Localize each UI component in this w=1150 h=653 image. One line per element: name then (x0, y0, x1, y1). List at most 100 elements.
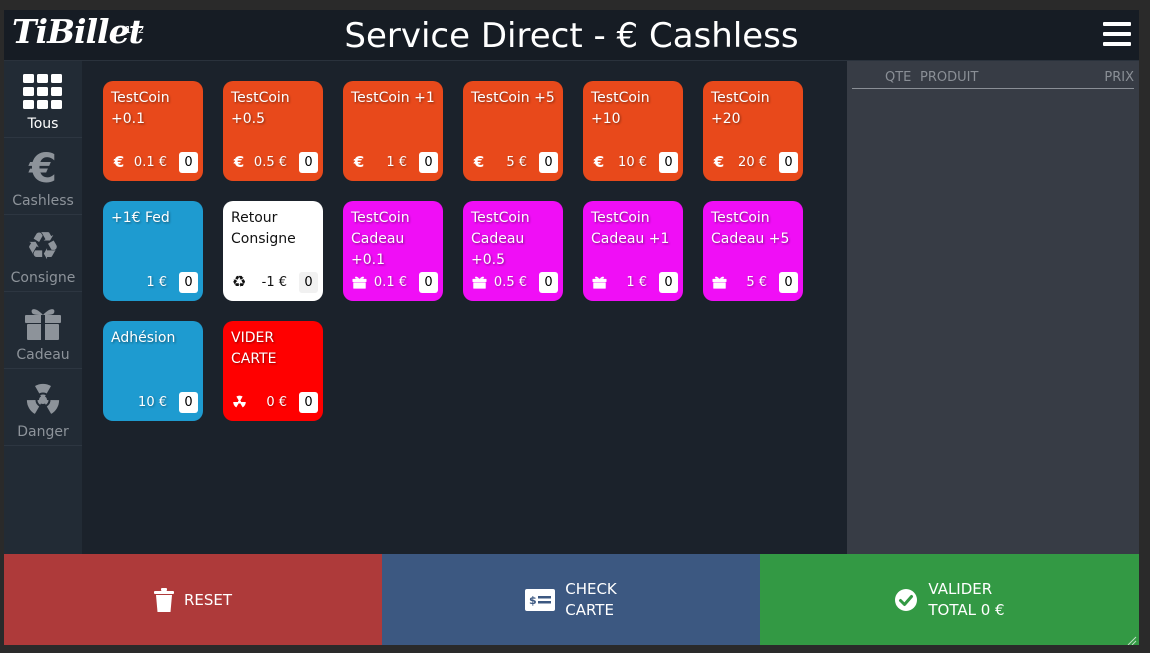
product-tile[interactable]: TestCoin +0.5 €0.5 € 0 (223, 81, 323, 181)
reset-label: RESET (183, 590, 233, 609)
product-qty-badge: 0 (419, 272, 438, 293)
product-qty-badge: 0 (299, 272, 318, 293)
product-name: TestCoin +20 (711, 90, 770, 127)
euro-icon: € (473, 153, 485, 171)
product-price: 1 € (626, 275, 647, 290)
check-label-line2: CARTE (565, 600, 614, 619)
product-price: 5 € (746, 275, 767, 290)
category-label: Danger (17, 424, 69, 440)
category-label: Cashless (12, 193, 74, 209)
category-consigne[interactable]: ♻ Consigne (4, 215, 82, 292)
check-card-button[interactable]: $ CHECK CARTE (382, 554, 760, 645)
product-qty-badge: 0 (179, 152, 198, 173)
page-title: Service Direct - € Cashless (344, 16, 799, 56)
product-tile[interactable]: TestCoin Cadeau +5 5 € 0 (703, 201, 803, 301)
product-qty-badge: 0 (539, 152, 558, 173)
hamburger-menu-icon[interactable] (1103, 22, 1131, 46)
product-qty-badge: 0 (299, 152, 318, 173)
product-qty-badge: 0 (659, 272, 678, 293)
product-qty-badge: 0 (179, 392, 198, 413)
product-name: Retour Consigne (231, 210, 296, 247)
cashless-app: TiBillet 112 Service Direct - € Cashless… (4, 10, 1139, 645)
check-circle-icon (894, 588, 918, 612)
gift-icon (711, 274, 727, 290)
product-name: TestCoin +0.5 (231, 90, 290, 127)
grid-icon (21, 71, 65, 113)
product-qty-badge: 0 (179, 272, 198, 293)
category-tous[interactable]: Tous (4, 61, 82, 138)
product-name: TestCoin Cadeau +5 (711, 210, 790, 247)
action-bar: RESET $ CHECK CARTE VALIDER TOTAL 0 € (4, 554, 1139, 645)
product-name: TestCoin +5 (471, 90, 555, 106)
product-tile[interactable]: TestCoin +0.1 €0.1 € 0 (103, 81, 203, 181)
radiation-icon (21, 379, 65, 421)
product-qty-badge: 0 (659, 152, 678, 173)
category-cashless[interactable]: € Cashless (4, 138, 82, 215)
product-name: TestCoin +1 (351, 90, 435, 106)
euro-icon: € (233, 153, 245, 171)
product-name: +1€ Fed (111, 210, 170, 226)
product-tile[interactable]: TestCoin Cadeau +1 1 € 0 (583, 201, 683, 301)
product-grid: TestCoin +0.1 €0.1 € 0 TestCoin +0.5 €0.5 € 0… (103, 81, 843, 481)
product-name: Adhésion (111, 330, 176, 346)
column-qty: QTE (885, 70, 912, 85)
euro-icon: € (713, 153, 725, 171)
category-cadeau[interactable]: Cadeau (4, 292, 82, 369)
order-panel: QTE PRODUIT PRIX (847, 61, 1139, 555)
product-qty-badge: 0 (779, 152, 798, 173)
category-label: Tous (27, 116, 59, 132)
validate-button[interactable]: VALIDER TOTAL 0 € (760, 554, 1139, 645)
column-price: PRIX (1104, 70, 1134, 85)
product-name: TestCoin Cadeau +0.1 (351, 210, 410, 268)
product-tile[interactable]: TestCoin +1 €1 € 0 (343, 81, 443, 181)
product-tile[interactable]: TestCoin +5 €5 € 0 (463, 81, 563, 181)
product-price: 5 € (506, 155, 527, 170)
product-tile[interactable]: TestCoin +10 €10 € 0 (583, 81, 683, 181)
product-price: 10 € (138, 395, 167, 410)
product-price: 0 € (266, 395, 287, 410)
gift-icon (471, 274, 487, 290)
product-name: TestCoin Cadeau +1 (591, 210, 670, 247)
reset-button[interactable]: RESET (4, 554, 382, 645)
product-tile[interactable]: Adhésion 10 € 0 (103, 321, 203, 421)
product-name: TestCoin Cadeau +0.5 (471, 210, 530, 268)
resize-handle-icon[interactable] (1125, 631, 1137, 645)
product-price: 1 € (146, 275, 167, 290)
product-price: 0.5 € (253, 155, 287, 170)
check-label-line1: CHECK (565, 579, 617, 598)
product-tile[interactable]: VIDER CARTE 0 € 0 (223, 321, 323, 421)
gift-icon (21, 302, 65, 344)
recycle-icon: ♻ (25, 224, 61, 268)
product-price: -1 € (261, 275, 287, 290)
product-tile[interactable]: +1€ Fed 1 € 0 (103, 201, 203, 301)
product-qty-badge: 0 (299, 392, 318, 413)
euro-icon: € (353, 153, 365, 171)
product-qty-badge: 0 (779, 272, 798, 293)
card-icon: $ (525, 588, 556, 611)
product-name: TestCoin +0.1 (111, 90, 170, 127)
product-price: 0.1 € (373, 275, 407, 290)
recycle-icon: ♻ (231, 272, 247, 291)
product-price: 1 € (386, 155, 407, 170)
product-tile[interactable]: Retour Consigne ♻ -1 € 0 (223, 201, 323, 301)
category-sidebar: Tous € Cashless ♻ Consigne Cadeau Danger (4, 61, 82, 555)
euro-icon: € (113, 153, 125, 171)
svg-text:$: $ (529, 594, 537, 607)
product-qty-badge: 0 (419, 152, 438, 173)
euro-icon: € (593, 153, 605, 171)
header-bar: TiBillet 112 Service Direct - € Cashless (4, 10, 1139, 61)
product-qty-badge: 0 (539, 272, 558, 293)
category-label: Consigne (10, 270, 76, 286)
product-name: TestCoin +10 (591, 90, 650, 127)
euro-icon: € (29, 146, 57, 192)
category-danger[interactable]: Danger (4, 369, 82, 446)
product-tile[interactable]: TestCoin Cadeau +0.5 0.5 € 0 (463, 201, 563, 301)
product-price: 0.5 € (493, 275, 527, 290)
product-tile[interactable]: TestCoin Cadeau +0.1 0.1 € 0 (343, 201, 443, 301)
product-price: 0.1 € (133, 155, 167, 170)
product-tile[interactable]: TestCoin +20 €20 € 0 (703, 81, 803, 181)
product-price: 10 € (618, 155, 647, 170)
gift-icon (351, 274, 367, 290)
category-label: Cadeau (16, 347, 70, 363)
order-table-header: QTE PRODUIT PRIX (852, 70, 1134, 89)
